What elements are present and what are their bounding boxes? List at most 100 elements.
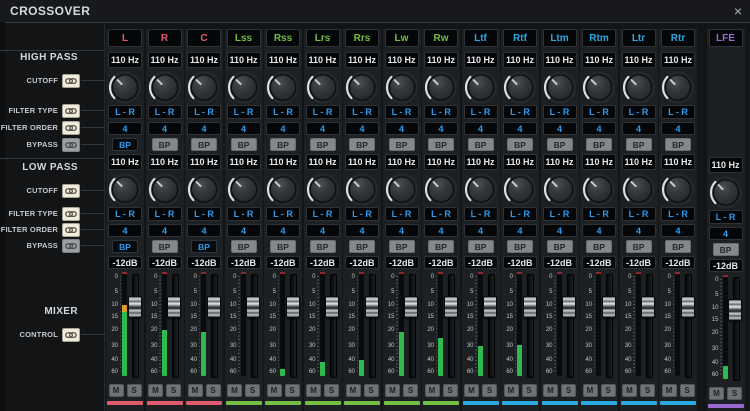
mute-button[interactable]: M [148,384,163,397]
lp-cutoff-knob[interactable] [345,172,379,206]
hp-cutoff-knob[interactable] [464,70,498,104]
gain-value[interactable]: -12dB [503,256,537,269]
hp-filter-order[interactable]: 4 [503,122,537,135]
lp-cutoff-knob[interactable] [543,172,577,206]
mute-button[interactable]: M [503,384,519,397]
solo-button[interactable]: S [640,384,655,397]
lp-filter-type[interactable]: L - R [542,207,577,221]
lp-filter-order[interactable]: 4 [187,224,221,237]
lp-filter-type[interactable]: L - R [226,207,261,221]
lp-filter-type[interactable]: L - R [187,207,221,221]
mute-button[interactable]: M [464,384,479,397]
hp-cutoff-value[interactable]: 110 Hz [108,52,142,68]
solo-button[interactable]: S [324,384,339,397]
lp-cutoff-value[interactable]: 110 Hz [345,154,379,170]
lp-bypass-button[interactable]: BP [349,240,375,253]
lp-filter-order[interactable]: 4 [384,224,419,237]
fader-track[interactable] [329,274,337,378]
hp-bypass-button[interactable]: BP [151,138,178,151]
hp-filter-type[interactable]: L - R [266,105,300,119]
lp-cutoff-value[interactable]: 110 Hz [503,154,537,170]
fader-track[interactable] [290,274,297,378]
gain-value[interactable]: -12dB [463,256,498,269]
gain-value[interactable]: -12dB [582,256,616,269]
fader-track[interactable] [566,274,574,378]
link-toggle-high-pass-cutoff[interactable] [62,74,80,88]
link-toggle-low-pass-cutoff[interactable] [62,184,80,198]
lp-filter-type[interactable]: L - R [384,207,419,221]
lp-bypass-button[interactable]: BP [712,243,739,256]
mute-button[interactable]: M [709,387,724,400]
fader-handle[interactable] [522,296,537,318]
mute-button[interactable]: M [227,384,242,397]
fader-handle[interactable] [285,296,300,318]
fader-handle[interactable] [127,296,142,318]
lp-cutoff-knob[interactable] [306,172,340,206]
lp-cutoff-knob[interactable] [266,172,300,206]
lp-cutoff-value[interactable]: 110 Hz [305,154,340,170]
hp-filter-type[interactable]: L - R [542,105,577,119]
link-toggle-mixer-control[interactable] [62,328,80,342]
solo-button[interactable]: S [245,384,260,397]
hp-cutoff-knob[interactable] [345,70,379,104]
lp-bypass-button[interactable]: BP [467,240,494,253]
mute-button[interactable]: M [622,384,637,397]
lp-cutoff-value[interactable]: 110 Hz [147,154,182,170]
hp-filter-order[interactable]: 4 [187,122,221,135]
hp-cutoff-knob[interactable] [385,70,419,104]
lp-filter-type[interactable]: L - R [503,207,537,221]
hp-bypass-button[interactable]: BP [270,138,296,151]
hp-bypass-button[interactable]: BP [309,138,336,151]
hp-cutoff-value[interactable]: 110 Hz [266,52,300,68]
hp-bypass-button[interactable]: BP [546,138,573,151]
gain-value[interactable]: -12dB [708,259,743,272]
lp-filter-order[interactable]: 4 [147,224,182,237]
link-toggle-high-pass-filter-type[interactable] [62,104,80,118]
hp-bypass-button[interactable]: BP [428,138,454,151]
fader-handle[interactable] [728,299,742,321]
fader-track[interactable] [487,274,495,378]
lp-cutoff-knob[interactable] [582,172,616,206]
hp-cutoff-knob[interactable] [424,70,458,104]
lp-filter-order[interactable]: 4 [503,224,537,237]
fader-handle[interactable] [206,296,221,318]
lp-filter-order[interactable]: 4 [345,224,379,237]
hp-bypass-button[interactable]: BP [388,138,415,151]
hp-cutoff-value[interactable]: 110 Hz [424,52,458,68]
solo-button[interactable]: S [205,384,221,397]
hp-cutoff-value[interactable]: 110 Hz [345,52,379,68]
link-toggle-high-pass-bypass[interactable] [62,138,80,152]
hp-cutoff-value[interactable]: 110 Hz [582,52,616,68]
lp-bypass-button[interactable]: BP [270,240,296,253]
hp-cutoff-value[interactable]: 110 Hz [305,52,340,68]
hp-cutoff-knob[interactable] [227,70,261,104]
link-toggle-low-pass-filter-type[interactable] [62,207,80,221]
hp-filter-order[interactable]: 4 [384,122,419,135]
gain-value[interactable]: -12dB [424,256,458,269]
hp-cutoff-knob[interactable] [266,70,300,104]
fader-track[interactable] [408,274,416,378]
solo-button[interactable]: S [521,384,537,397]
hp-filter-order[interactable]: 4 [305,122,340,135]
lp-cutoff-knob[interactable] [503,172,537,206]
fader-track[interactable] [685,274,692,378]
hp-bypass-button[interactable]: BP [625,138,652,151]
hp-filter-type[interactable]: L - R [108,105,142,119]
hp-cutoff-knob[interactable] [543,70,577,104]
hp-bypass-button[interactable]: BP [467,138,494,151]
lp-cutoff-knob[interactable] [424,172,458,206]
mute-button[interactable]: M [266,384,282,397]
lp-filter-type[interactable]: L - R [266,207,300,221]
gain-value[interactable]: -12dB [345,256,379,269]
lp-filter-type[interactable]: L - R [305,207,340,221]
fader-track[interactable] [211,274,218,378]
mute-button[interactable]: M [543,384,558,397]
hp-cutoff-value[interactable]: 110 Hz [187,52,221,68]
hp-cutoff-knob[interactable] [661,70,695,104]
hp-filter-type[interactable]: L - R [503,105,537,119]
lp-filter-order[interactable]: 4 [463,224,498,237]
mute-button[interactable]: M [108,384,124,397]
hp-filter-order[interactable]: 4 [147,122,182,135]
hp-cutoff-value[interactable]: 110 Hz [226,52,261,68]
hp-filter-order[interactable]: 4 [266,122,300,135]
